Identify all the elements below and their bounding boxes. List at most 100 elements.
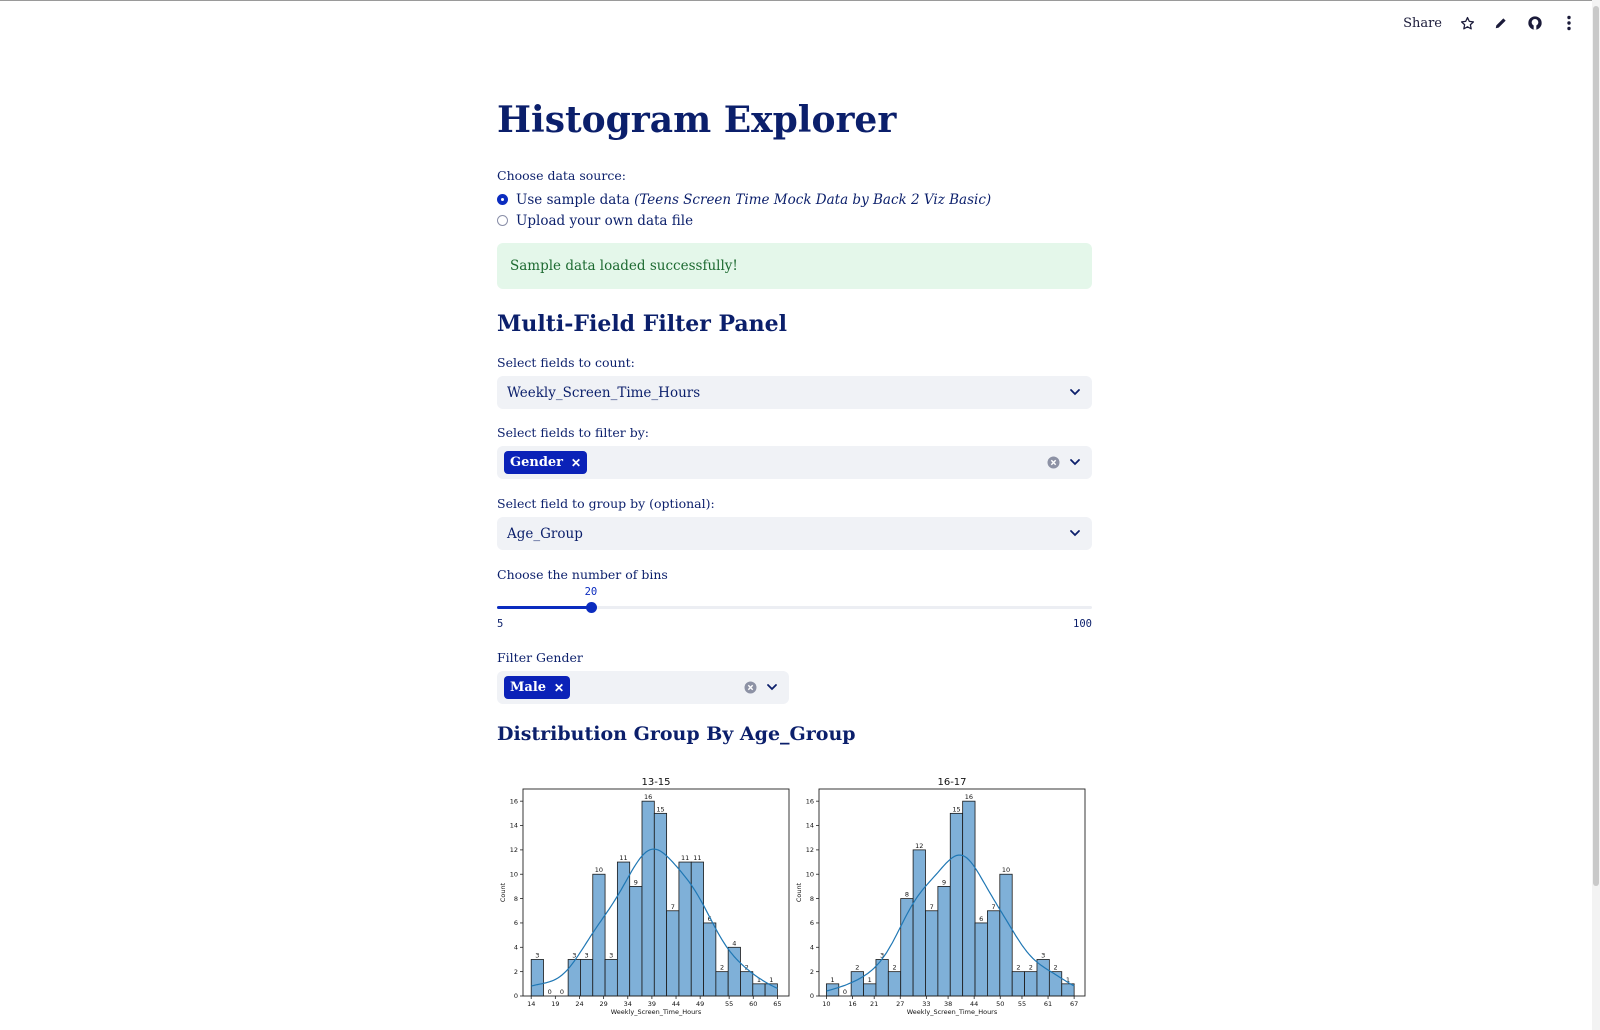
chevron-down-icon[interactable] <box>1068 455 1082 469</box>
bins-current-value: 20 <box>584 586 598 598</box>
bins-slider[interactable] <box>497 602 1092 613</box>
histogram-bar <box>592 873 606 997</box>
bar-count-label: 15 <box>656 805 664 813</box>
x-axis-label: Weekly_Screen_Time_Hours <box>907 1008 998 1016</box>
y-tick-label: 2 <box>514 968 518 976</box>
x-tick-label: 34 <box>624 1000 632 1008</box>
x-tick-label: 10 <box>822 1000 830 1008</box>
histogram-bar <box>1061 983 1075 997</box>
top-border <box>0 0 1600 1</box>
filter-tag-male[interactable]: Male ✕ <box>504 676 571 699</box>
clear-all-icon[interactable] <box>744 681 757 694</box>
bar-count-label: 0 <box>560 988 564 996</box>
radio-button-unselected[interactable] <box>497 215 508 226</box>
histogram-bar <box>887 971 902 997</box>
histogram-figure: 13-15 3 0 0 3 3 10 3 11 9 16 15 7 11 11 6 2 4 2 1 1 14 19 24 29 3… <box>497 773 1097 1018</box>
y-tick-label: 6 <box>810 919 814 927</box>
pencil-icon[interactable] <box>1492 14 1510 32</box>
chevron-down-icon[interactable] <box>1068 385 1082 399</box>
y-axis-label: Count <box>795 882 803 902</box>
x-tick-label: 27 <box>896 1000 904 1008</box>
histogram-bar <box>641 800 655 997</box>
bar-count-label: 15 <box>952 805 960 813</box>
bar-count-label: 9 <box>634 878 638 886</box>
share-button[interactable]: Share <box>1403 16 1442 31</box>
x-tick-label: 14 <box>527 1000 535 1008</box>
tag-label: Male <box>510 680 547 695</box>
y-tick-label: 10 <box>510 870 518 878</box>
histogram-bar <box>629 886 643 997</box>
histogram-bar <box>949 812 964 997</box>
bar-count-label: 3 <box>609 951 613 959</box>
bar-count-label: 3 <box>585 951 589 959</box>
histogram-bar <box>974 922 988 997</box>
bar-count-label: 0 <box>548 988 552 996</box>
more-vertical-icon[interactable] <box>1560 14 1578 32</box>
histogram-bar <box>987 910 1001 997</box>
bar-count-label: 7 <box>671 903 675 911</box>
radio-sample-label-italic: (Teens Screen Time Mock Data by Back 2 V… <box>634 191 992 208</box>
bins-min: 5 <box>497 618 504 630</box>
tag-label: Gender <box>510 455 564 470</box>
histogram-bar <box>530 959 544 997</box>
bins-slider-thumb[interactable] <box>585 602 597 613</box>
histogram-bar <box>653 812 668 997</box>
app-toolbar: Share <box>1403 14 1578 32</box>
bar-count-label: 0 <box>843 988 847 996</box>
x-tick-label: 55 <box>725 1000 733 1008</box>
filter-fields-multiselect[interactable]: Gender ✕ <box>497 446 1092 479</box>
filter-gender-label: Filter Gender <box>497 650 583 665</box>
x-tick-label: 33 <box>922 1000 930 1008</box>
bar-count-label: 11 <box>619 854 627 862</box>
y-tick-label: 10 <box>806 870 814 878</box>
histogram-bar <box>1024 971 1038 997</box>
x-tick-label: 21 <box>870 1000 878 1008</box>
count-fields-select[interactable]: Weekly_Screen_Time_Hours <box>497 376 1092 409</box>
y-axis-label: Count <box>499 882 507 902</box>
success-message: Sample data loaded successfully! <box>510 258 738 274</box>
y-tick-label: 16 <box>510 797 518 805</box>
radio-upload-data[interactable]: Upload your own data file <box>497 210 1092 231</box>
radio-sample-data[interactable]: Use sample data (Teens Screen Time Mock … <box>497 189 1092 210</box>
bar-count-label: 2 <box>720 964 724 972</box>
page-scrollbar[interactable] <box>1592 0 1600 1030</box>
x-tick-label: 67 <box>1070 1000 1078 1008</box>
x-tick-label: 61 <box>1044 1000 1052 1008</box>
x-tick-label: 50 <box>996 1000 1004 1008</box>
histogram-bar <box>752 983 766 997</box>
y-tick-label: 4 <box>810 943 814 951</box>
chevron-down-icon[interactable] <box>1068 526 1082 540</box>
histogram-bar <box>912 849 926 997</box>
y-tick-label: 14 <box>806 822 814 830</box>
bins-label: Choose the number of bins <box>497 567 668 582</box>
filter-tag-gender[interactable]: Gender ✕ <box>504 451 588 474</box>
group-field-value: Age_Group <box>507 525 583 542</box>
bins-max: 100 <box>1073 618 1092 630</box>
bins-range: 5 100 <box>497 618 1092 630</box>
tag-remove-icon[interactable]: ✕ <box>571 456 581 470</box>
bar-count-label: 2 <box>1016 964 1020 972</box>
bar-count-label: 6 <box>979 915 983 923</box>
star-icon[interactable] <box>1458 14 1476 32</box>
github-icon[interactable] <box>1526 14 1544 32</box>
y-tick-label: 2 <box>810 968 814 976</box>
bar-count-label: 1 <box>868 976 872 984</box>
chevron-down-icon[interactable] <box>765 680 779 694</box>
filter-gender-multiselect[interactable]: Male ✕ <box>497 671 789 704</box>
data-source-label: Choose data source: <box>497 168 626 183</box>
tag-remove-icon[interactable]: ✕ <box>554 681 564 695</box>
radio-button-selected[interactable] <box>497 194 508 205</box>
group-field-select[interactable]: Age_Group <box>497 517 1092 550</box>
histogram-bar <box>616 861 631 997</box>
histogram-bar <box>703 922 717 997</box>
histogram-bar <box>850 971 864 997</box>
bar-count-label: 2 <box>1053 964 1057 972</box>
histogram-svg: 13-1530 03 31031191615711 1162421 114 19 24 29 3… <box>499 777 1086 1016</box>
bar-count-label: 10 <box>1002 866 1010 874</box>
bar-count-label: 2 <box>1029 964 1033 972</box>
clear-all-icon[interactable] <box>1047 456 1060 469</box>
scrollbar-thumb[interactable] <box>1593 6 1599 886</box>
x-axis-label: Weekly_Screen_Time_Hours <box>611 1008 702 1016</box>
histogram-bar <box>925 910 939 997</box>
bar-count-label: 4 <box>732 939 736 947</box>
